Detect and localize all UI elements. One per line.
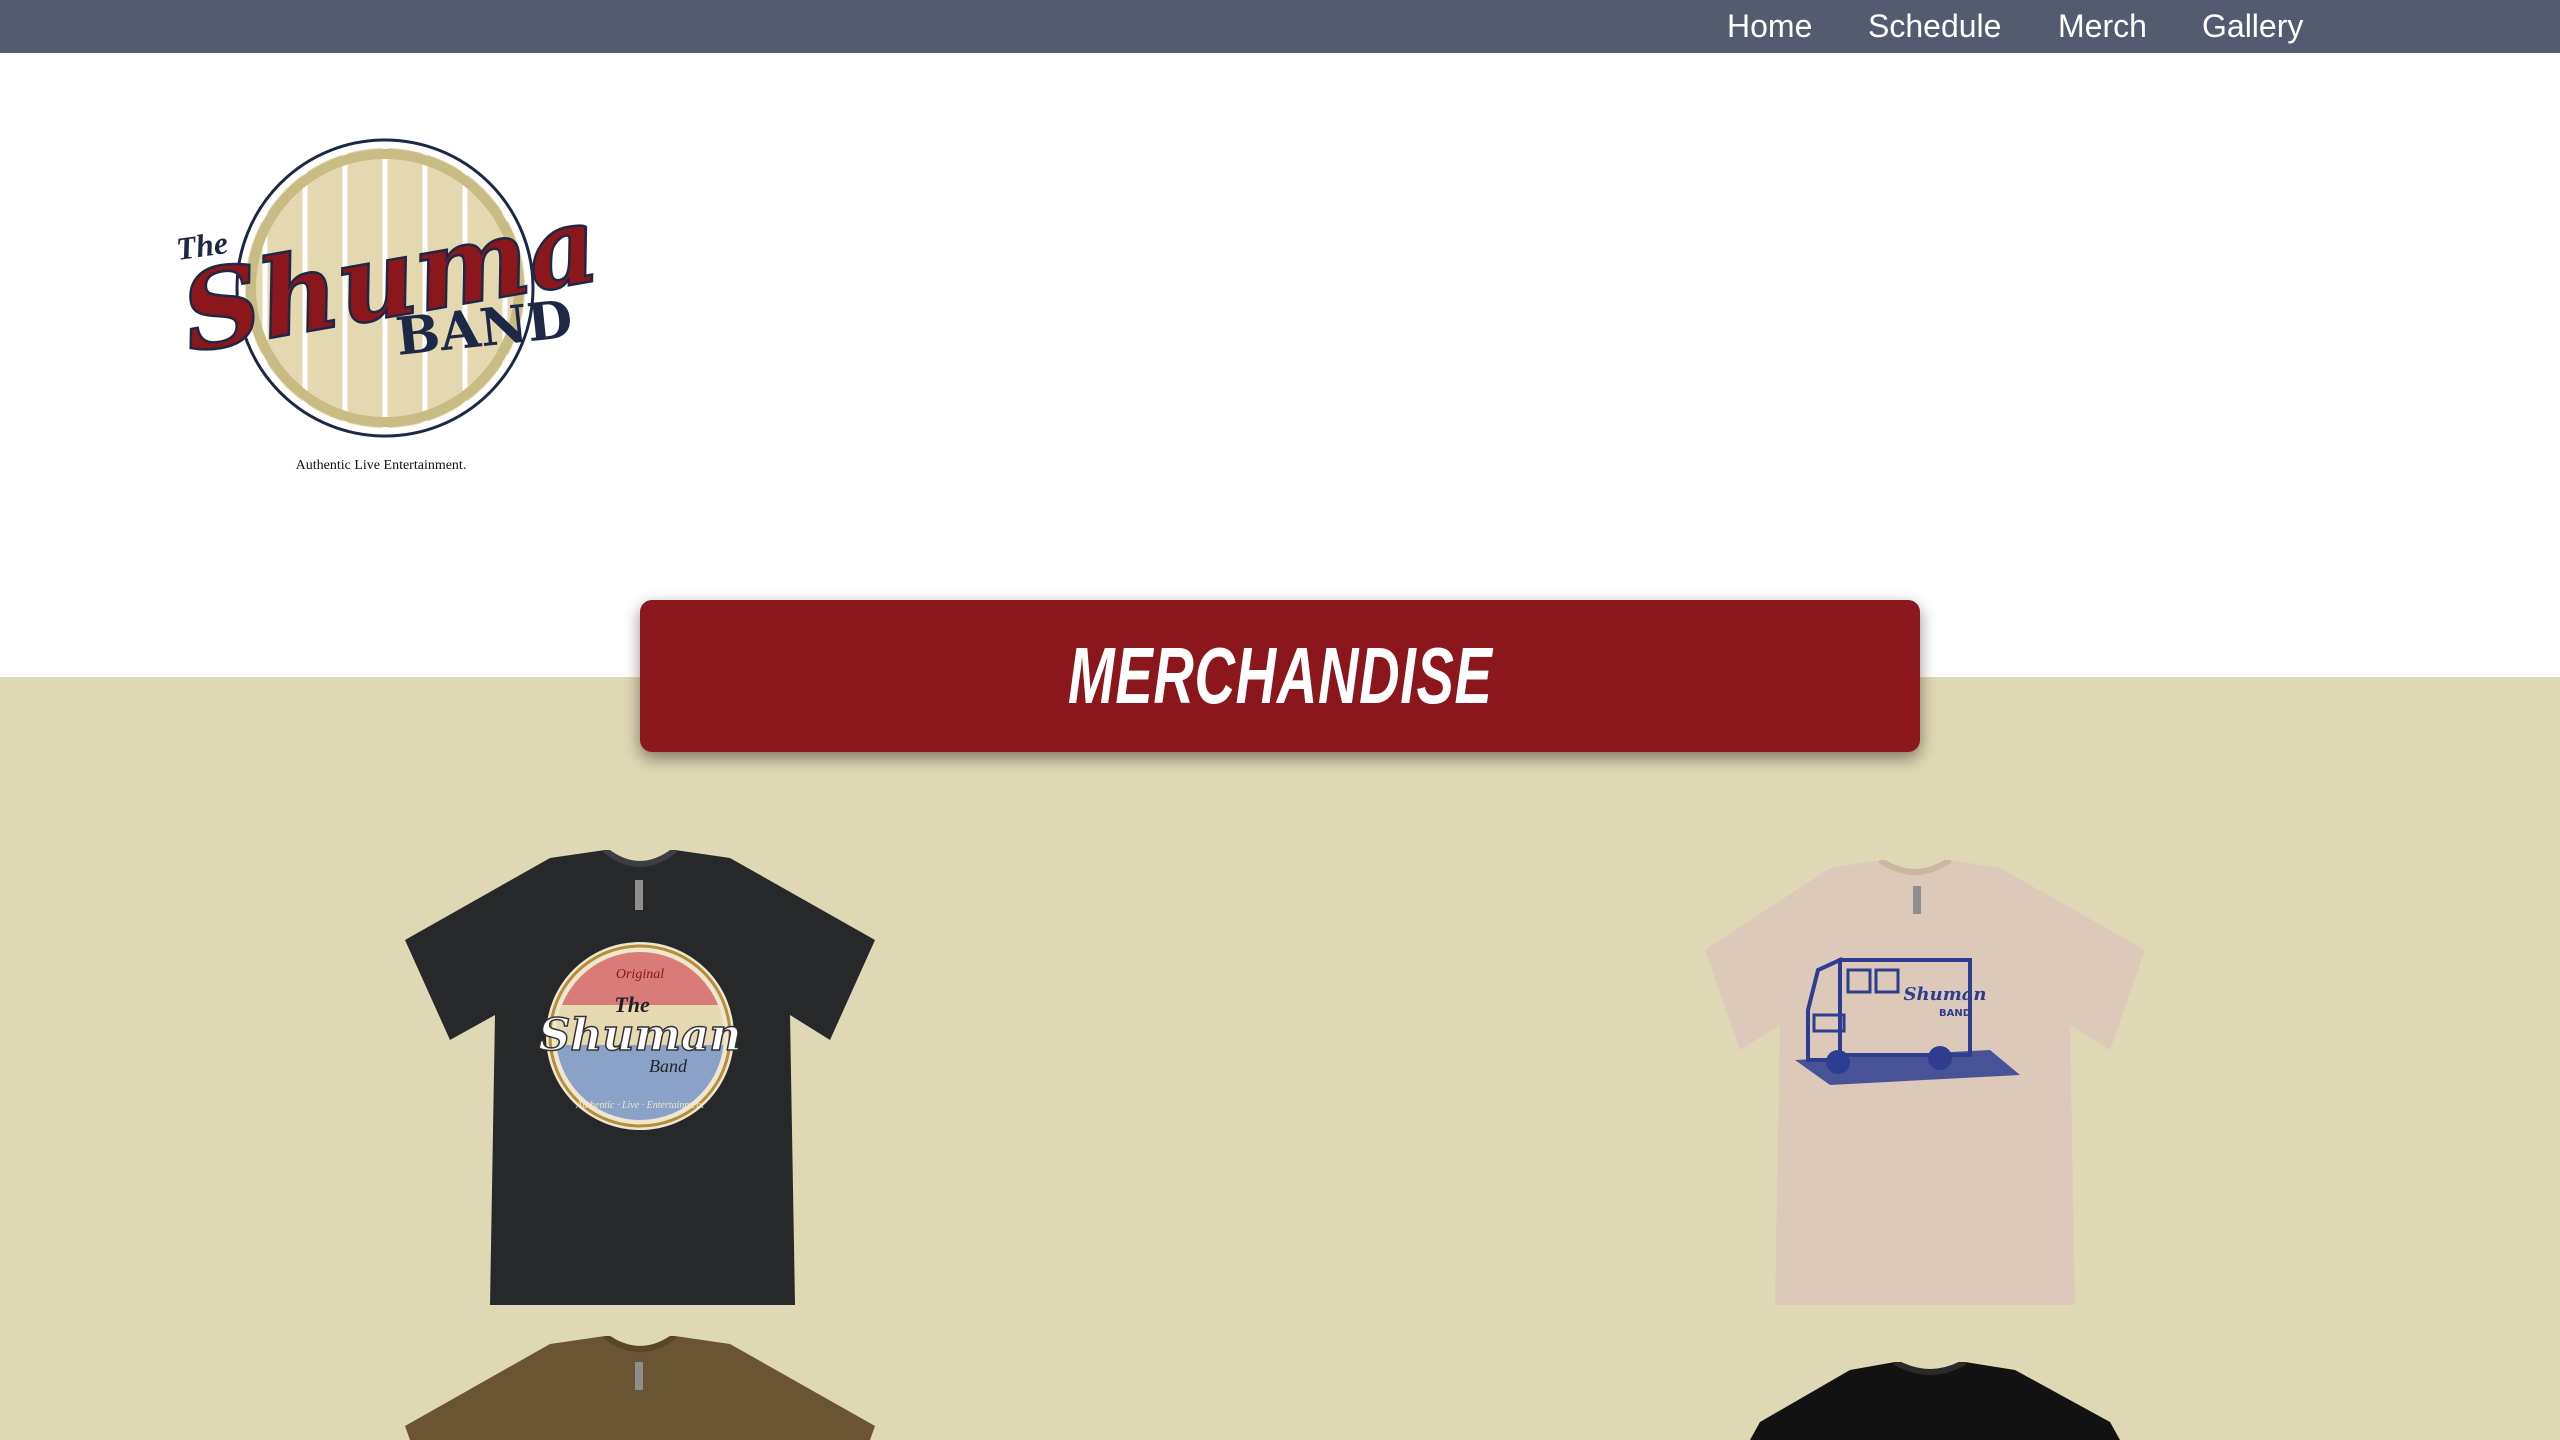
nav-home-link[interactable]: Home [1727, 0, 1812, 53]
top-nav-bar: Home Schedule Merch Gallery [0, 0, 2560, 53]
tee-print-main: Shuman [539, 1010, 742, 1061]
nav-gallery-link[interactable]: Gallery [2202, 0, 2303, 53]
tee-print-band: Band [649, 1056, 688, 1076]
product-tee-brown[interactable] [400, 1336, 880, 1440]
product-tee-black-logo[interactable]: Original The Shuman Band Authentic · Liv… [400, 850, 880, 1330]
logo-tagline: Authentic Live Entertainment. [295, 458, 467, 473]
band-logo[interactable]: The Shuman BAND [170, 130, 686, 490]
section-title-banner: MERCHANDISE [640, 600, 1920, 752]
product-tee-black[interactable] [1730, 1362, 2150, 1440]
nav-schedule-link[interactable]: Schedule [1868, 0, 2001, 53]
tee-print-bottom: Authentic · Live · Entertainment [575, 1100, 704, 1111]
merch-section [0, 677, 2560, 1440]
tee-print-top: Original [616, 967, 664, 982]
truck-print-main: Shuman [1904, 984, 1987, 1005]
truck-print-band: BAND [1939, 1008, 1971, 1019]
nav-merch-link[interactable]: Merch [2058, 0, 2147, 53]
section-title: MERCHANDISE [1067, 631, 1493, 720]
product-tee-sand-truck[interactable]: Shuman BAND [1690, 860, 2170, 1320]
